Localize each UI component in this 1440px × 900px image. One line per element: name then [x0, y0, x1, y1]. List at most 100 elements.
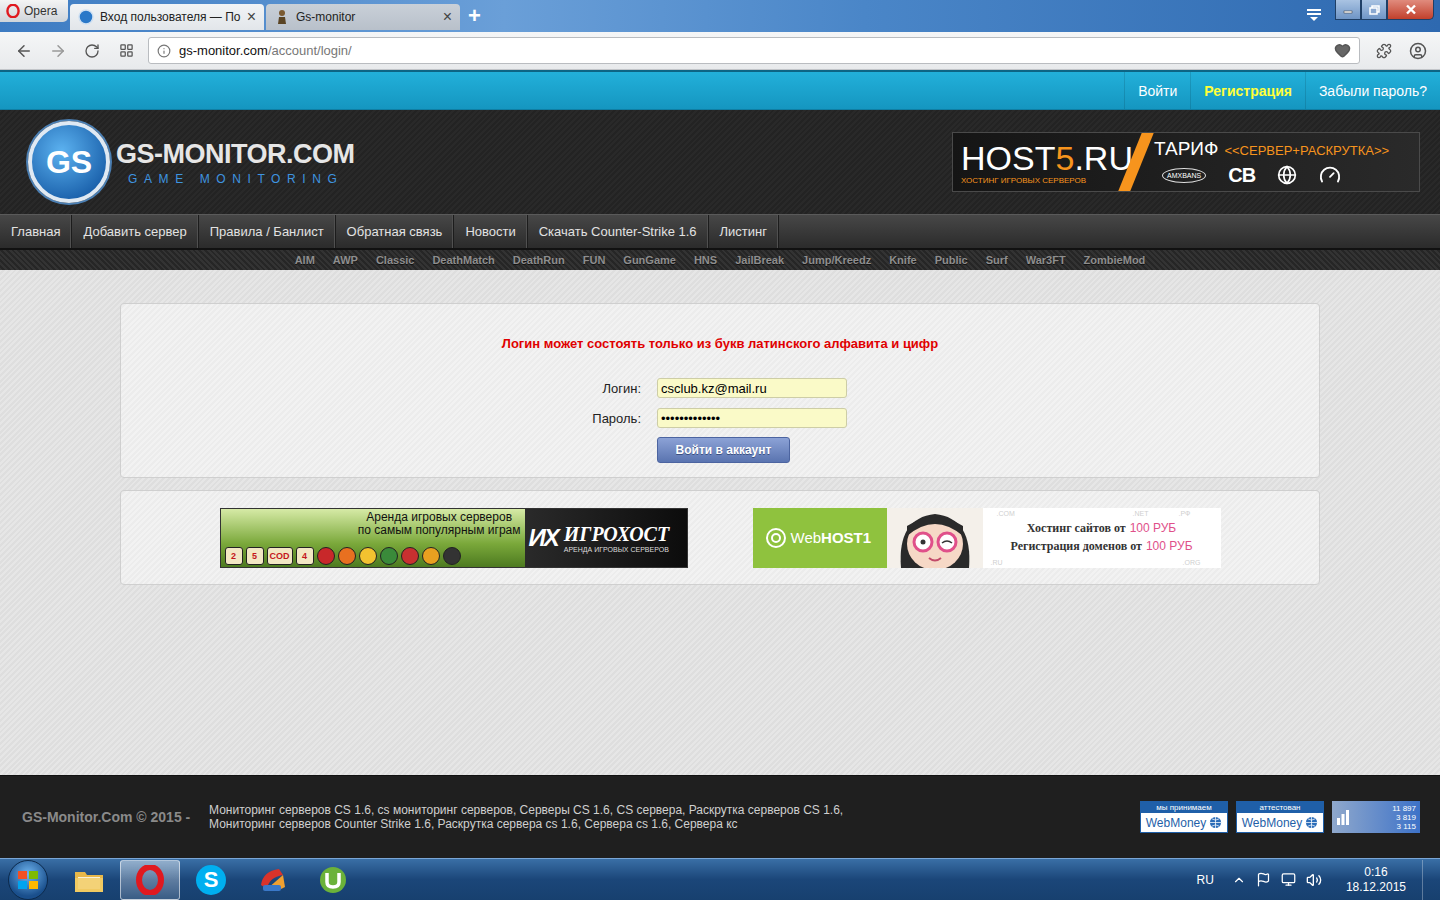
- webhost-offer-line: Хостинг сайтов от100 РУБ: [1027, 521, 1176, 536]
- taskbar-app[interactable]: [303, 860, 363, 900]
- maximize-button[interactable]: [1361, 0, 1387, 20]
- reload-icon: [84, 43, 100, 59]
- bookmark-heart-icon[interactable]: [1334, 42, 1351, 59]
- host5-brand: HOST5.RU: [961, 140, 1128, 176]
- taskbar-app[interactable]: [242, 860, 302, 900]
- site-top-bar: ВойтиРегистрацияЗабыли пароль?: [0, 72, 1440, 110]
- taskbar-app[interactable]: [59, 860, 119, 900]
- back-button[interactable]: [8, 37, 40, 65]
- tab-label: Вход пользователя — По: [100, 10, 241, 24]
- password-input[interactable]: [657, 408, 847, 428]
- igrohost-brand: ИХИГРОХОСТАРЕНДА ИГРОВЫХ СЕРВЕРОВ: [525, 509, 687, 567]
- tab-close-button[interactable]: ×: [443, 9, 452, 25]
- mode-menu-item[interactable]: HNS: [694, 254, 717, 266]
- main-menu-item[interactable]: Новости: [454, 215, 527, 248]
- mode-menu-item[interactable]: Surf: [986, 254, 1008, 266]
- counter-value: 3 819: [1396, 813, 1416, 822]
- mode-menu-item[interactable]: FUN: [583, 254, 606, 266]
- tray-expand-icon[interactable]: [1232, 873, 1246, 887]
- main-menu-item[interactable]: Правила / Банлист: [199, 215, 336, 248]
- site-logo[interactable]: GSGS-MONITOR.COMGAME MONITORING: [28, 121, 355, 203]
- extension-button[interactable]: [1368, 37, 1400, 65]
- browser-tab[interactable]: Gs-monitor×: [266, 4, 460, 30]
- screen: OperaВход пользователя — По×Gs-monitor×+…: [0, 0, 1440, 900]
- opera-menu-button[interactable]: Opera: [0, 0, 68, 22]
- mode-menu-item[interactable]: ZombieMod: [1084, 254, 1146, 266]
- game-icon: [380, 547, 398, 565]
- start-button[interactable]: [8, 860, 48, 900]
- taskbar-app[interactable]: S: [181, 860, 241, 900]
- host5-offer-row: ТАРИФ<<СЕРВЕР+РАСКРУТКА>>: [1154, 138, 1419, 160]
- tab-close-button[interactable]: ×: [247, 9, 256, 25]
- mode-menu-item[interactable]: AIM: [295, 254, 315, 266]
- main-menu-item[interactable]: Добавить сервер: [72, 215, 198, 248]
- footer-badges: мы принимаемWebMoneyаттестованWebMoney11…: [1140, 801, 1420, 833]
- igrohost-name: ИГРОХОСТ: [564, 523, 669, 546]
- main-menu-item[interactable]: Обратная связь: [336, 215, 455, 248]
- show-desktop-button[interactable]: [1422, 860, 1436, 900]
- tab-strip: OperaВход пользователя — По×Gs-monitor×+: [0, 0, 1440, 32]
- visit-counter[interactable]: 11 8973 8193 115: [1332, 801, 1420, 833]
- counter-value: 11 897: [1392, 804, 1416, 813]
- mode-menu-item[interactable]: JailBreak: [735, 254, 784, 266]
- login-input[interactable]: [657, 378, 847, 398]
- top-link[interactable]: Войти: [1124, 72, 1190, 109]
- soldier-favicon-icon: [274, 9, 290, 25]
- mode-menu-item[interactable]: Jump/Kreedz: [802, 254, 871, 266]
- forward-button[interactable]: [42, 37, 74, 65]
- partner-row: AMXBANSCB: [1154, 164, 1419, 187]
- site-info-icon: [157, 44, 171, 58]
- speed-dial-button[interactable]: [110, 37, 142, 65]
- volume-icon[interactable]: [1306, 872, 1322, 888]
- mode-menu-item[interactable]: DeathRun: [513, 254, 565, 266]
- close-window-button[interactable]: [1387, 0, 1434, 20]
- new-tab-button[interactable]: +: [468, 4, 481, 28]
- browser-tab[interactable]: Вход пользователя — По ×: [70, 4, 264, 30]
- igrohost-banner[interactable]: Аренда игровых серверовпо самым популярн…: [220, 508, 688, 568]
- mode-menu-item[interactable]: DeathMatch: [432, 254, 494, 266]
- language-indicator[interactable]: RU: [1197, 873, 1214, 887]
- main-menu-item[interactable]: Скачать Counter-Strike 1.6: [528, 215, 709, 248]
- webhost-offer-text: Хостинг сайтов от: [1027, 521, 1126, 536]
- mode-menu-item[interactable]: Classic: [376, 254, 415, 266]
- host5-banner[interactable]: HOST5.RUХОСТИНГ ИГРОВЫХ СЕРВЕРОВТАРИФ<<С…: [952, 132, 1420, 192]
- footer-line: Мониторинг серверов CS 1.6, cs мониторин…: [209, 803, 1140, 817]
- action-center-icon[interactable]: [1256, 872, 1271, 887]
- mode-menu-item[interactable]: GunGame: [623, 254, 676, 266]
- main-menu-item[interactable]: Листинг: [709, 215, 779, 248]
- webhost-banner[interactable]: WebHOST1.COM.NET.РФ.RU.ORGХостинг сайтов…: [753, 508, 1221, 568]
- restore-icon: [1369, 5, 1380, 15]
- mode-menu-item[interactable]: Public: [935, 254, 968, 266]
- account-button[interactable]: [1402, 37, 1434, 65]
- clock[interactable]: 0:1618.12.2015: [1340, 865, 1412, 895]
- webmoney-name: WebMoney: [1237, 813, 1323, 832]
- extension-icon: [1376, 43, 1392, 59]
- field-label: Логин:: [121, 381, 641, 396]
- utorrent-icon: [318, 865, 348, 895]
- webhost-offer: .COM.NET.РФ.RU.ORGХостинг сайтов от100 Р…: [983, 508, 1221, 568]
- network-icon[interactable]: [1281, 872, 1296, 887]
- main-menu-item[interactable]: Главная: [0, 215, 72, 248]
- webmoney-caption: мы принимаем: [1141, 802, 1227, 813]
- host5-brand-accent: 5: [1055, 139, 1074, 177]
- field-label: Пароль:: [121, 411, 641, 426]
- reload-button[interactable]: [76, 37, 108, 65]
- taskbar-app[interactable]: [120, 860, 180, 900]
- webmoney-badge[interactable]: аттестованWebMoney: [1236, 801, 1324, 833]
- address-bar: gs-monitor.com/account/login/: [0, 32, 1440, 70]
- top-link[interactable]: Регистрация: [1190, 72, 1305, 109]
- url-field[interactable]: gs-monitor.com/account/login/: [148, 37, 1360, 64]
- mode-menu-item[interactable]: War3FT: [1026, 254, 1066, 266]
- page-content: Логин может состоять только из букв лати…: [0, 270, 1440, 775]
- login-button[interactable]: Войти в аккаунт: [657, 437, 790, 463]
- game-icon: [359, 547, 377, 565]
- minimize-button[interactable]: [1335, 0, 1361, 20]
- webmoney-badge[interactable]: мы принимаемWebMoney: [1140, 801, 1228, 833]
- mode-menu: AIM AWP Classic DeathMatch DeathRun FUN GunGam…: [0, 250, 1440, 270]
- top-link[interactable]: Забыли пароль?: [1305, 72, 1440, 109]
- mode-menu-item[interactable]: Knife: [889, 254, 917, 266]
- tab-menu-button[interactable]: [1305, 7, 1323, 23]
- mode-menu-item[interactable]: AWP: [333, 254, 358, 266]
- login-panel: Логин может состоять только из букв лати…: [120, 303, 1320, 478]
- site-header: GSGS-MONITOR.COMGAME MONITORING HOST5.RUХ…: [0, 110, 1440, 214]
